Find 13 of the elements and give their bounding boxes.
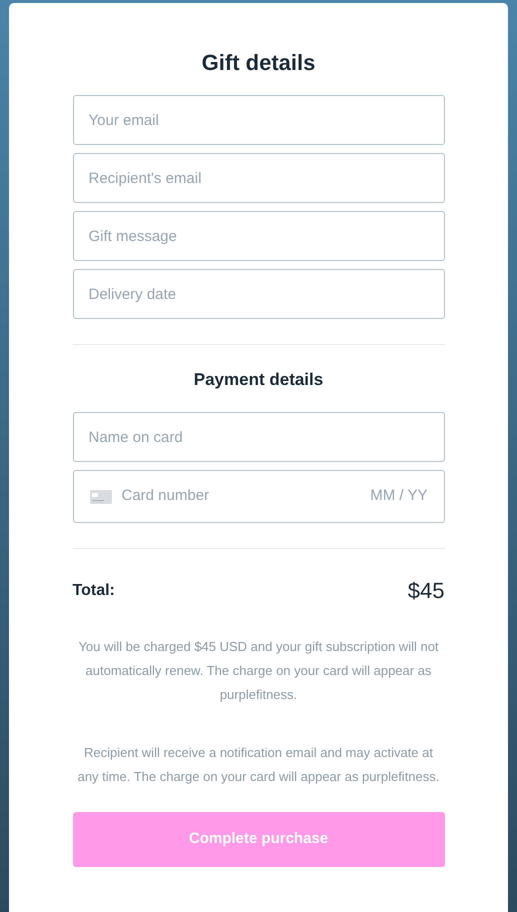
input-field[interactable]: Gift message xyxy=(72,211,444,261)
form-title: Gift details xyxy=(200,50,316,76)
input-field[interactable]: Delivery date xyxy=(72,269,444,319)
total-amount: $45 xyxy=(408,577,444,605)
input-field[interactable]: Recipient's email xyxy=(72,153,444,203)
input-field[interactable]: Your email xyxy=(72,95,444,145)
total-label: Total: xyxy=(72,580,115,600)
input-field[interactable]: Name on card xyxy=(72,412,444,462)
info-text: Recipient will receive a notification email and may activate at any time. The charge on your card will appear as purplefitness. xyxy=(76,744,440,786)
card-field[interactable]: Card number MM / YY xyxy=(72,470,444,523)
credit-card-icon xyxy=(90,490,112,504)
info-text: You will be charged $45 USD and your gift subscription will not automatically renew. The charge on your card will appear as purplefitness. xyxy=(77,638,440,704)
section-title: Payment details xyxy=(192,370,324,390)
